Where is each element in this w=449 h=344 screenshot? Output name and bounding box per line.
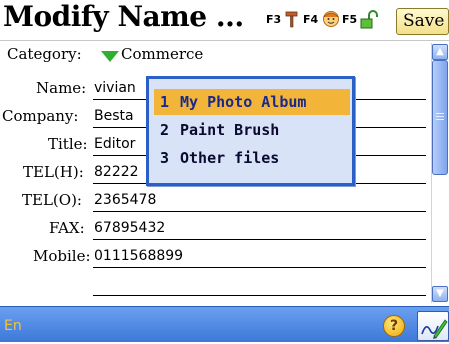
title-label: Title:	[48, 135, 88, 153]
mobile-field[interactable]: 0111568899	[94, 248, 183, 264]
fax-field[interactable]: 67895432	[94, 220, 165, 236]
f5-label: F5	[342, 13, 358, 26]
arrow-down-icon[interactable]: ▼	[432, 286, 448, 302]
menu-item-label: Other files	[180, 149, 280, 167]
tel-office-field[interactable]: 2365478	[94, 192, 156, 208]
empty-row	[0, 271, 428, 299]
field-underline	[93, 295, 426, 296]
menu-item-number: 2	[160, 121, 170, 139]
category-label: Category:	[7, 45, 82, 63]
tel-home-label: TEL(H):	[23, 163, 84, 181]
menu-item-photo-album[interactable]: 1 My Photo Album	[154, 89, 350, 115]
unlock-icon[interactable]	[360, 10, 378, 29]
menu-item-paint-brush[interactable]: 2 Paint Brush	[154, 117, 350, 143]
f3-label: F3	[266, 13, 282, 26]
title-bar: Modify Name ... F3 F4 F5 Save	[0, 0, 449, 41]
scroll-thumb[interactable]	[432, 60, 448, 175]
menu-item-number: 1	[160, 93, 170, 111]
grip-line	[436, 119, 444, 120]
name-label: Name:	[36, 79, 87, 97]
field-underline	[93, 211, 426, 212]
file-source-menu: 1 My Photo Album 2 Paint Brush 3 Other file…	[146, 76, 355, 186]
company-field[interactable]: Besta	[94, 108, 134, 124]
field-underline	[93, 267, 426, 268]
f4-label: F4	[303, 13, 319, 26]
category-row[interactable]: Category: Commerce	[0, 41, 428, 69]
mobile-row: Mobile: 0111568899	[0, 243, 428, 271]
mobile-label: Mobile:	[33, 247, 91, 265]
menu-item-number: 3	[160, 149, 170, 167]
menu-item-label: My Photo Album	[180, 93, 307, 111]
face-icon[interactable]	[322, 10, 340, 28]
page-title: Modify Name ...	[3, 0, 244, 33]
language-indicator[interactable]: En	[4, 318, 22, 334]
company-label: Company:	[2, 107, 79, 125]
field-underline	[93, 239, 426, 240]
title-field[interactable]: Editor	[94, 136, 135, 152]
save-button[interactable]: Save	[396, 8, 449, 35]
arrow-up-icon[interactable]: ▲	[432, 44, 448, 60]
pen-icon[interactable]	[417, 311, 449, 341]
fax-label: FAX:	[49, 219, 85, 237]
category-value[interactable]: Commerce	[121, 45, 203, 63]
name-field[interactable]: vivian	[94, 80, 136, 96]
grip-line	[436, 113, 444, 114]
menu-item-label: Paint Brush	[180, 121, 280, 139]
fax-row: FAX: 67895432	[0, 215, 428, 243]
grip-line	[436, 116, 444, 117]
dropdown-arrow-icon[interactable]	[101, 51, 119, 62]
tel-home-field[interactable]: 82222	[94, 164, 139, 180]
status-bar: En ?	[0, 306, 449, 342]
tel-office-label: TEL(O):	[22, 191, 82, 209]
tel-office-row: TEL(O): 2365478	[0, 187, 428, 215]
menu-item-other-files[interactable]: 3 Other files	[154, 145, 350, 171]
hammer-icon[interactable]	[284, 10, 300, 28]
help-icon[interactable]: ?	[383, 315, 405, 337]
